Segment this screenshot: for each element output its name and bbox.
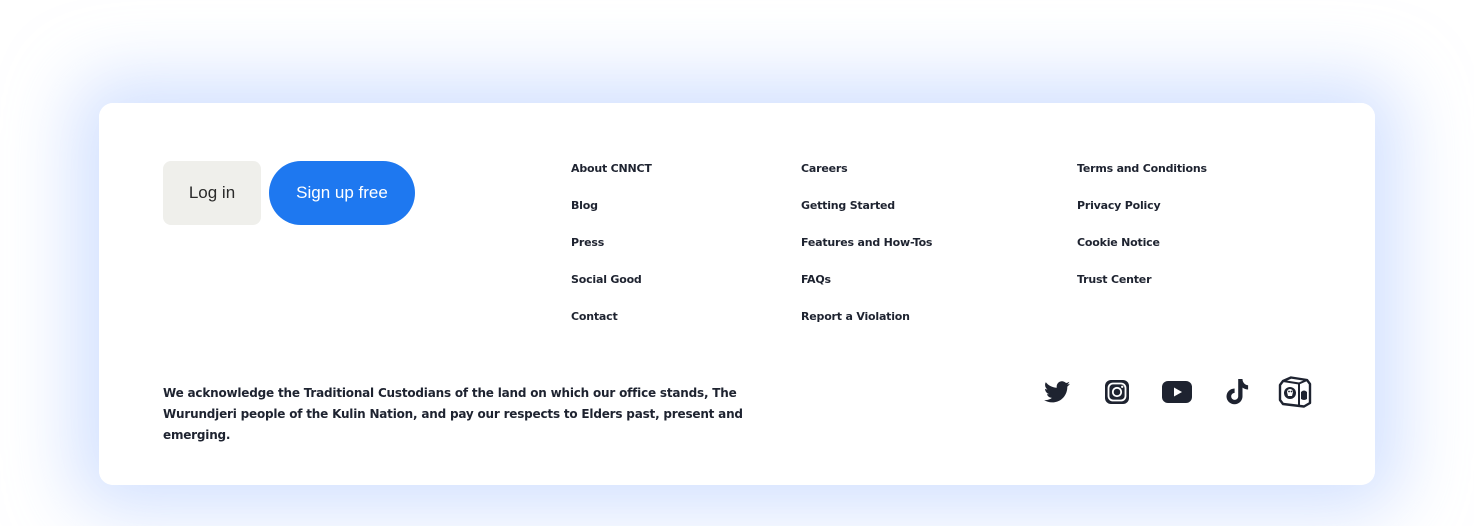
link-contact[interactable]: Contact (571, 309, 652, 346)
acknowledgement-text: We acknowledge the Traditional Custodian… (163, 386, 743, 442)
link-report-violation[interactable]: Report a Violation (801, 309, 932, 346)
instagram-link[interactable] (1100, 375, 1134, 409)
link-press[interactable]: Press (571, 235, 652, 272)
footer-card: Log in Sign up free About CNNCT Blog Pre… (99, 103, 1375, 485)
youtube-icon (1162, 381, 1192, 403)
link-privacy[interactable]: Privacy Policy (1077, 198, 1207, 235)
link-blog[interactable]: Blog (571, 198, 652, 235)
link-about[interactable]: About CNNCT (571, 161, 652, 198)
youtube-link[interactable] (1160, 375, 1194, 409)
badge-link[interactable] (1278, 375, 1312, 409)
link-faqs[interactable]: FAQs (801, 272, 932, 309)
link-trust-center[interactable]: Trust Center (1077, 272, 1207, 309)
footer-links-resources: Careers Getting Started Features and How… (801, 161, 932, 346)
link-social-good[interactable]: Social Good (571, 272, 652, 309)
footer-links-legal: Terms and Conditions Privacy Policy Cook… (1077, 161, 1207, 309)
footer-links-company: About CNNCT Blog Press Social Good Conta… (571, 161, 652, 346)
login-button[interactable]: Log in (163, 161, 261, 225)
tiktok-icon (1225, 379, 1249, 405)
link-cookie-notice[interactable]: Cookie Notice (1077, 235, 1207, 272)
link-getting-started[interactable]: Getting Started (801, 198, 932, 235)
link-careers[interactable]: Careers (801, 161, 932, 198)
tiktok-link[interactable] (1220, 375, 1254, 409)
twitter-icon (1044, 381, 1070, 403)
badge-icon (1278, 376, 1312, 408)
link-terms[interactable]: Terms and Conditions (1077, 161, 1207, 198)
link-features[interactable]: Features and How-Tos (801, 235, 932, 272)
twitter-link[interactable] (1040, 375, 1074, 409)
signup-button[interactable]: Sign up free (269, 161, 415, 225)
instagram-icon (1105, 380, 1129, 404)
